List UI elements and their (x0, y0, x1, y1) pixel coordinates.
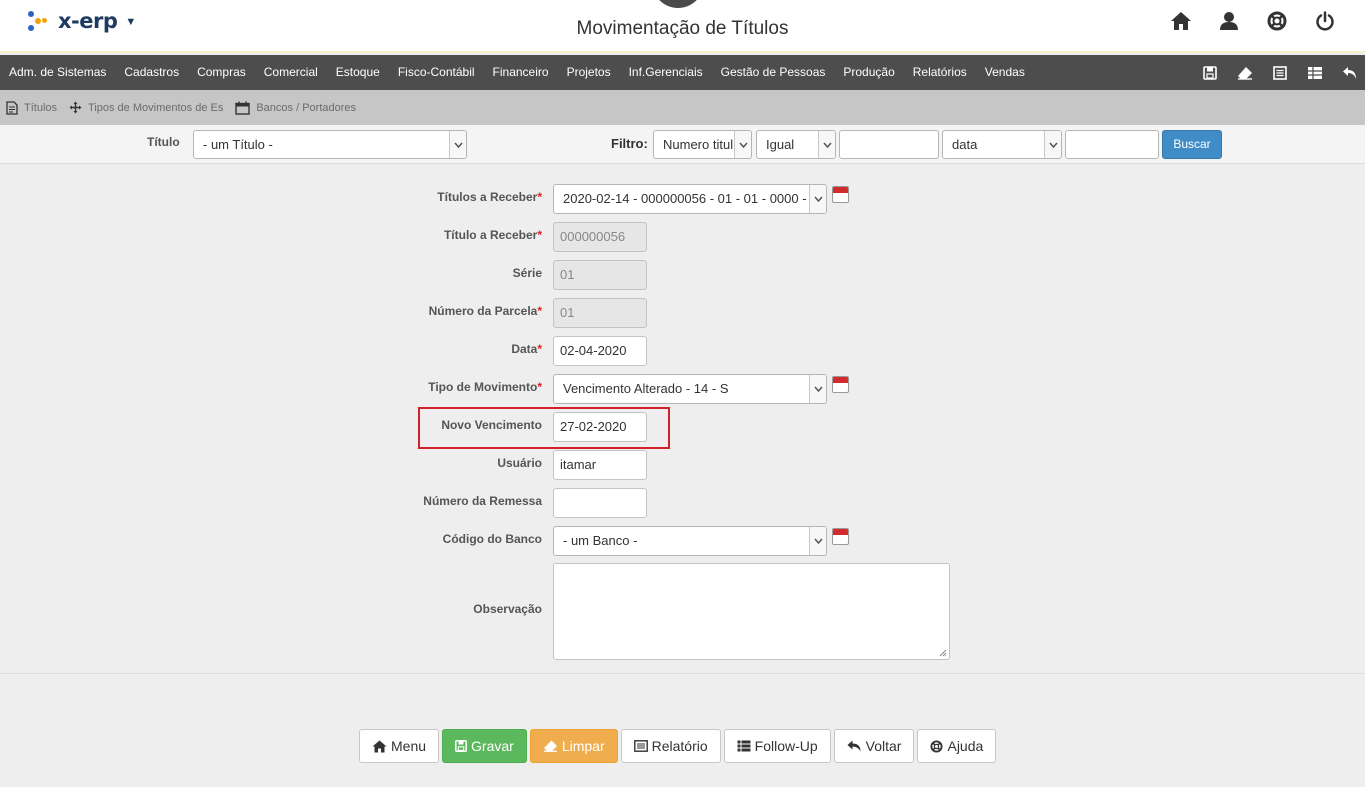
menu-item-comercial[interactable]: Comercial (255, 55, 327, 90)
limpar-button[interactable]: Limpar (529, 729, 618, 763)
titulos-receber-select[interactable]: 2020-02-14 - 000000056 - 01 - 01 - 0000 … (553, 184, 827, 214)
undo-icon[interactable] (1341, 64, 1359, 82)
resize-grip-icon[interactable] (939, 649, 947, 657)
tipo-movimento-label: Tipo de Movimento* (428, 380, 542, 394)
banco-label: Código do Banco (442, 532, 542, 546)
home-icon (372, 740, 387, 752)
page-title: Movimentação de Títulos (576, 18, 789, 39)
shortcut-label: Bancos / Portadores (256, 101, 357, 114)
data-label: Data* (511, 342, 542, 356)
lifebuoy-icon (930, 739, 944, 753)
movement-form: Títulos a Receber* 2020-02-14 - 00000005… (0, 164, 1365, 674)
menu-item-projetos[interactable]: Projetos (558, 55, 620, 90)
data-input[interactable]: 02-04-2020 (553, 336, 647, 366)
shortcut-bancos-portadores[interactable]: Bancos / Portadores (235, 101, 356, 115)
menu-item-fisco-contabil[interactable]: Fisco-Contábil (389, 55, 484, 90)
filter-date-input[interactable] (1065, 130, 1159, 159)
move-icon (69, 101, 82, 114)
gravar-button[interactable]: Gravar (442, 729, 527, 763)
banco-select[interactable]: - um Banco - (553, 526, 827, 556)
usuario-input[interactable]: itamar (553, 450, 647, 480)
top-header: x-erp ▼ Movimentação de Títulos (0, 0, 1365, 53)
shortcut-label: Tipos de Movimentos de Es (88, 101, 224, 114)
menu-toolbar (1201, 55, 1359, 90)
chevron-down-icon (809, 375, 826, 403)
menu-item-producao[interactable]: Produção (834, 55, 903, 90)
voltar-button[interactable]: Voltar (833, 729, 915, 763)
calendar-icon (235, 101, 251, 115)
filter-operator-select[interactable]: Igual (756, 130, 836, 159)
calendar-icon[interactable] (832, 376, 849, 393)
parcela-label: Número da Parcela* (428, 304, 542, 318)
menu-item-relatorios[interactable]: Relatórios (904, 55, 976, 90)
filter-date-field-select[interactable]: data (942, 130, 1062, 159)
chevron-down-icon (818, 131, 835, 158)
serie-label: Série (512, 266, 542, 280)
menu-item-gestao-pessoas[interactable]: Gestão de Pessoas (712, 55, 835, 90)
undo-icon (847, 740, 861, 752)
menu-button[interactable]: Menu (359, 729, 440, 763)
lifebuoy-icon[interactable] (1265, 9, 1289, 33)
chevron-down-icon (809, 527, 826, 555)
power-icon[interactable] (1313, 9, 1337, 33)
tipo-movimento-select[interactable]: Vencimento Alterado - 14 - S (553, 374, 827, 404)
avatar[interactable] (652, 0, 704, 8)
shortcut-tipos-movimentos[interactable]: Tipos de Movimentos de Es (69, 101, 223, 114)
menu-item-adm-sistemas[interactable]: Adm. de Sistemas (0, 55, 115, 90)
chevron-down-icon (809, 185, 826, 213)
titulos-receber-label: Títulos a Receber* (437, 190, 542, 204)
relatorio-button[interactable]: Relatório (620, 729, 721, 763)
parcela-field: 01 (553, 298, 647, 328)
table-list-icon (737, 740, 751, 752)
table-icon[interactable] (1306, 64, 1324, 82)
filtro-label: Filtro: (611, 136, 648, 151)
filter-bar: Título - um Título - Filtro: Numero titu… (0, 125, 1365, 164)
shortcut-bar: Títulos Tipos de Movimentos de Es Bancos… (0, 90, 1365, 125)
titulo-filter-label: Título (147, 135, 180, 149)
followup-button[interactable]: Follow-Up (723, 729, 831, 763)
chevron-down-icon (734, 131, 751, 158)
filter-value-input[interactable] (839, 130, 939, 159)
remessa-label: Número da Remessa (423, 494, 542, 508)
home-icon[interactable] (1169, 9, 1193, 33)
list-icon (633, 740, 648, 752)
observacao-textarea[interactable] (553, 563, 950, 660)
search-button[interactable]: Buscar (1162, 130, 1222, 159)
save-icon[interactable] (1201, 64, 1219, 82)
shortcut-titulos[interactable]: Títulos (6, 100, 58, 115)
usuario-label: Usuário (497, 456, 542, 470)
novo-vencimento-input[interactable]: 27-02-2020 (553, 412, 647, 442)
calendar-icon[interactable] (832, 186, 849, 203)
menu-item-cadastros[interactable]: Cadastros (115, 55, 188, 90)
serie-field: 01 (553, 260, 647, 290)
calendar-icon[interactable] (832, 528, 849, 545)
novo-vencimento-label: Novo Vencimento (441, 418, 542, 432)
menu-item-vendas[interactable]: Vendas (976, 55, 1034, 90)
chevron-down-icon (1044, 131, 1061, 158)
header-icons (1169, 9, 1337, 33)
chevron-down-icon (449, 131, 466, 158)
filter-field-select[interactable]: Numero titul (653, 130, 752, 159)
user-icon[interactable] (1217, 9, 1241, 33)
menu-item-compras[interactable]: Compras (188, 55, 255, 90)
menu-item-estoque[interactable]: Estoque (327, 55, 389, 90)
menu-item-financeiro[interactable]: Financeiro (484, 55, 558, 90)
eraser-icon (543, 740, 557, 752)
menu-item-inf-gerenciais[interactable]: Inf.Gerenciais (620, 55, 712, 90)
remessa-input[interactable] (553, 488, 647, 518)
list-icon[interactable] (1271, 64, 1289, 82)
titulo-receber-label: Título a Receber* (443, 228, 542, 242)
main-menu-bar: Adm. de Sistemas Cadastros Compras Comer… (0, 55, 1365, 90)
shortcut-label: Títulos (24, 101, 58, 114)
observacao-label: Observação (473, 602, 542, 616)
document-icon (6, 100, 18, 115)
ajuda-button[interactable]: Ajuda (917, 729, 997, 763)
eraser-icon[interactable] (1236, 64, 1254, 82)
action-buttons: Menu Gravar Limpar Relatório Follow-Up V… (359, 729, 997, 763)
titulo-select[interactable]: - um Título - (193, 130, 467, 159)
save-icon (455, 740, 467, 752)
titulo-receber-field: 000000056 (553, 222, 647, 252)
